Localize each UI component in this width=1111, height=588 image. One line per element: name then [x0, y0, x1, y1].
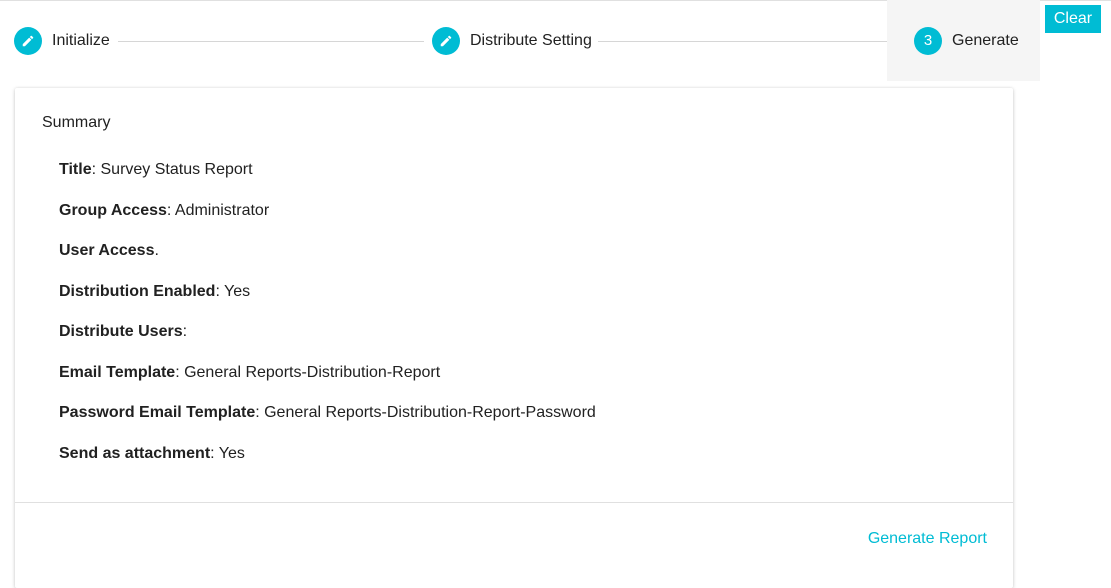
generate-report-button[interactable]: Generate Report: [868, 530, 987, 548]
pencil-icon: [432, 26, 460, 55]
summary-value: :: [182, 323, 188, 340]
step-generate[interactable]: 3 Generate: [887, 0, 1040, 81]
summary-key: Distribution Enabled: [59, 282, 216, 300]
summary-item-distribute-users: Distribute Users:: [59, 321, 596, 362]
summary-item-password-email-template: Password Email Template: General Reports…: [59, 402, 596, 443]
step-connector: [118, 41, 424, 42]
summary-value: : General Reports-Distribution-Report-Pa…: [255, 404, 596, 421]
pencil-icon: [14, 26, 42, 55]
summary-item-title: Title: Survey Status Report: [59, 159, 596, 200]
step-initialize[interactable]: Initialize: [14, 0, 110, 81]
summary-value: : Administrator: [166, 201, 270, 219]
summary-list: Title: Survey Status Report Group Access…: [59, 159, 596, 483]
summary-key: User Access: [59, 242, 155, 259]
step-number: 3: [914, 26, 942, 55]
summary-key: Send as attachment: [59, 444, 211, 462]
summary-value: : Survey Status Report: [91, 161, 253, 178]
step-label: Generate: [952, 31, 1019, 49]
summary-item-send-as-attachment: Send as attachment: Yes: [59, 443, 596, 484]
card-divider: [15, 502, 1013, 503]
summary-key: Group Access: [59, 201, 167, 219]
summary-value: .: [154, 242, 159, 259]
step-distribute-setting[interactable]: Distribute Setting: [432, 0, 592, 81]
summary-item-distribution-enabled: Distribution Enabled: Yes: [59, 281, 596, 322]
step-connector: [598, 41, 906, 42]
summary-card: Summary Title: Survey Status Report Grou…: [15, 88, 1013, 588]
summary-value: : Yes: [215, 282, 251, 300]
step-label: Distribute Setting: [470, 31, 592, 49]
summary-item-group-access: Group Access: Administrator: [59, 200, 596, 241]
summary-item-email-template: Email Template: General Reports-Distribu…: [59, 362, 596, 403]
stepper: Initialize Distribute Setting 3 Generate: [0, 0, 1040, 81]
step-label: Initialize: [52, 31, 110, 49]
summary-value: : Yes: [210, 444, 245, 462]
summary-item-user-access: User Access.: [59, 240, 596, 281]
clear-button[interactable]: Clear: [1045, 5, 1101, 33]
summary-value: : General Reports-Distribution-Report: [175, 363, 441, 381]
summary-key: Title: [59, 161, 92, 178]
summary-key: Email Template: [59, 363, 176, 381]
summary-key: Password Email Template: [59, 404, 256, 421]
summary-key: Distribute Users: [59, 323, 183, 340]
summary-title: Summary: [42, 114, 111, 131]
